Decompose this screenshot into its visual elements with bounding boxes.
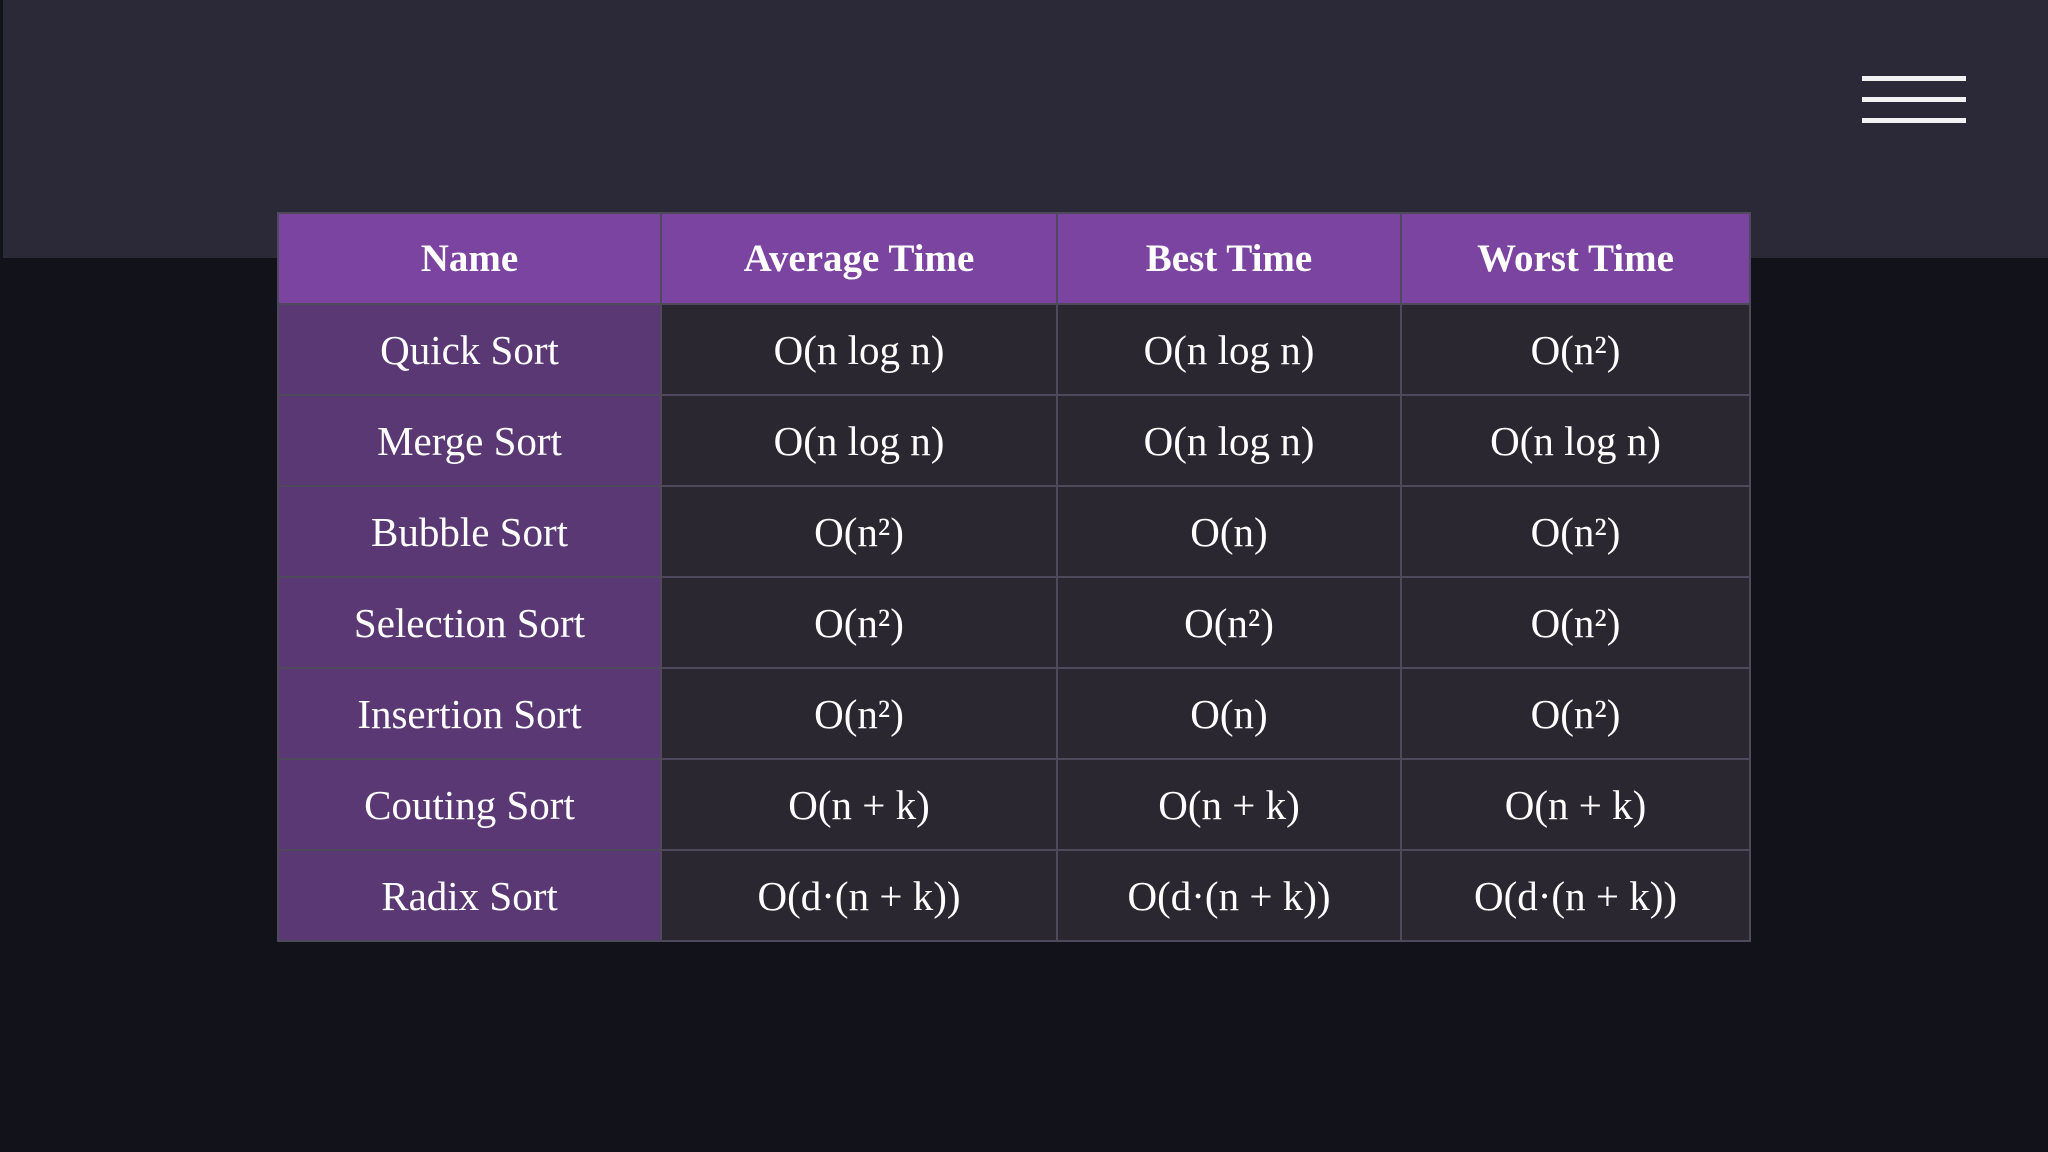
algorithm-name-cell: Insertion Sort	[277, 667, 662, 760]
table-row: Couting Sort O(n + k) O(n + k) O(n + k)	[277, 758, 1751, 851]
worst-time-cell: O(n²)	[1400, 576, 1751, 669]
average-time-cell: O(n²)	[660, 576, 1058, 669]
column-header-worst-time: Worst Time	[1400, 212, 1751, 305]
worst-time-cell: O(n²)	[1400, 303, 1751, 396]
table-row: Quick Sort O(n log n) O(n log n) O(n²)	[277, 303, 1751, 396]
menu-bar-middle	[1862, 97, 1966, 102]
average-time-cell: O(d·(n + k))	[660, 849, 1058, 942]
algorithm-name-cell: Quick Sort	[277, 303, 662, 396]
worst-time-cell: O(d·(n + k))	[1400, 849, 1751, 942]
algorithm-name-cell: Merge Sort	[277, 394, 662, 487]
best-time-cell: O(d·(n + k))	[1056, 849, 1402, 942]
algorithm-name-cell: Couting Sort	[277, 758, 662, 851]
worst-time-cell: O(n log n)	[1400, 394, 1751, 487]
table-row: Radix Sort O(d·(n + k)) O(d·(n + k)) O(d…	[277, 849, 1751, 942]
best-time-cell: O(n + k)	[1056, 758, 1402, 851]
best-time-cell: O(n log n)	[1056, 303, 1402, 396]
worst-time-cell: O(n + k)	[1400, 758, 1751, 851]
table-row: Insertion Sort O(n²) O(n) O(n²)	[277, 667, 1751, 760]
algorithm-name-cell: Bubble Sort	[277, 485, 662, 578]
table-row: Merge Sort O(n log n) O(n log n) O(n log…	[277, 394, 1751, 487]
table-header-row: Name Average Time Best Time Worst Time	[277, 212, 1751, 305]
column-header-name: Name	[277, 212, 662, 305]
average-time-cell: O(n log n)	[660, 303, 1058, 396]
table-row: Selection Sort O(n²) O(n²) O(n²)	[277, 576, 1751, 669]
worst-time-cell: O(n²)	[1400, 667, 1751, 760]
page: Name Average Time Best Time Worst Time Q…	[0, 0, 2048, 1152]
menu-bar-bottom	[1862, 118, 1966, 123]
column-header-best-time: Best Time	[1056, 212, 1402, 305]
menu-bar-top	[1862, 76, 1966, 81]
average-time-cell: O(n²)	[660, 667, 1058, 760]
average-time-cell: O(n log n)	[660, 394, 1058, 487]
sorting-complexity-table: Name Average Time Best Time Worst Time Q…	[277, 212, 1751, 942]
best-time-cell: O(n)	[1056, 667, 1402, 760]
algorithm-name-cell: Selection Sort	[277, 576, 662, 669]
worst-time-cell: O(n²)	[1400, 485, 1751, 578]
algorithm-name-cell: Radix Sort	[277, 849, 662, 942]
best-time-cell: O(n log n)	[1056, 394, 1402, 487]
hamburger-menu-icon[interactable]	[1860, 74, 1968, 126]
best-time-cell: O(n)	[1056, 485, 1402, 578]
column-header-average-time: Average Time	[660, 212, 1058, 305]
average-time-cell: O(n + k)	[660, 758, 1058, 851]
table-row: Bubble Sort O(n²) O(n) O(n²)	[277, 485, 1751, 578]
best-time-cell: O(n²)	[1056, 576, 1402, 669]
average-time-cell: O(n²)	[660, 485, 1058, 578]
